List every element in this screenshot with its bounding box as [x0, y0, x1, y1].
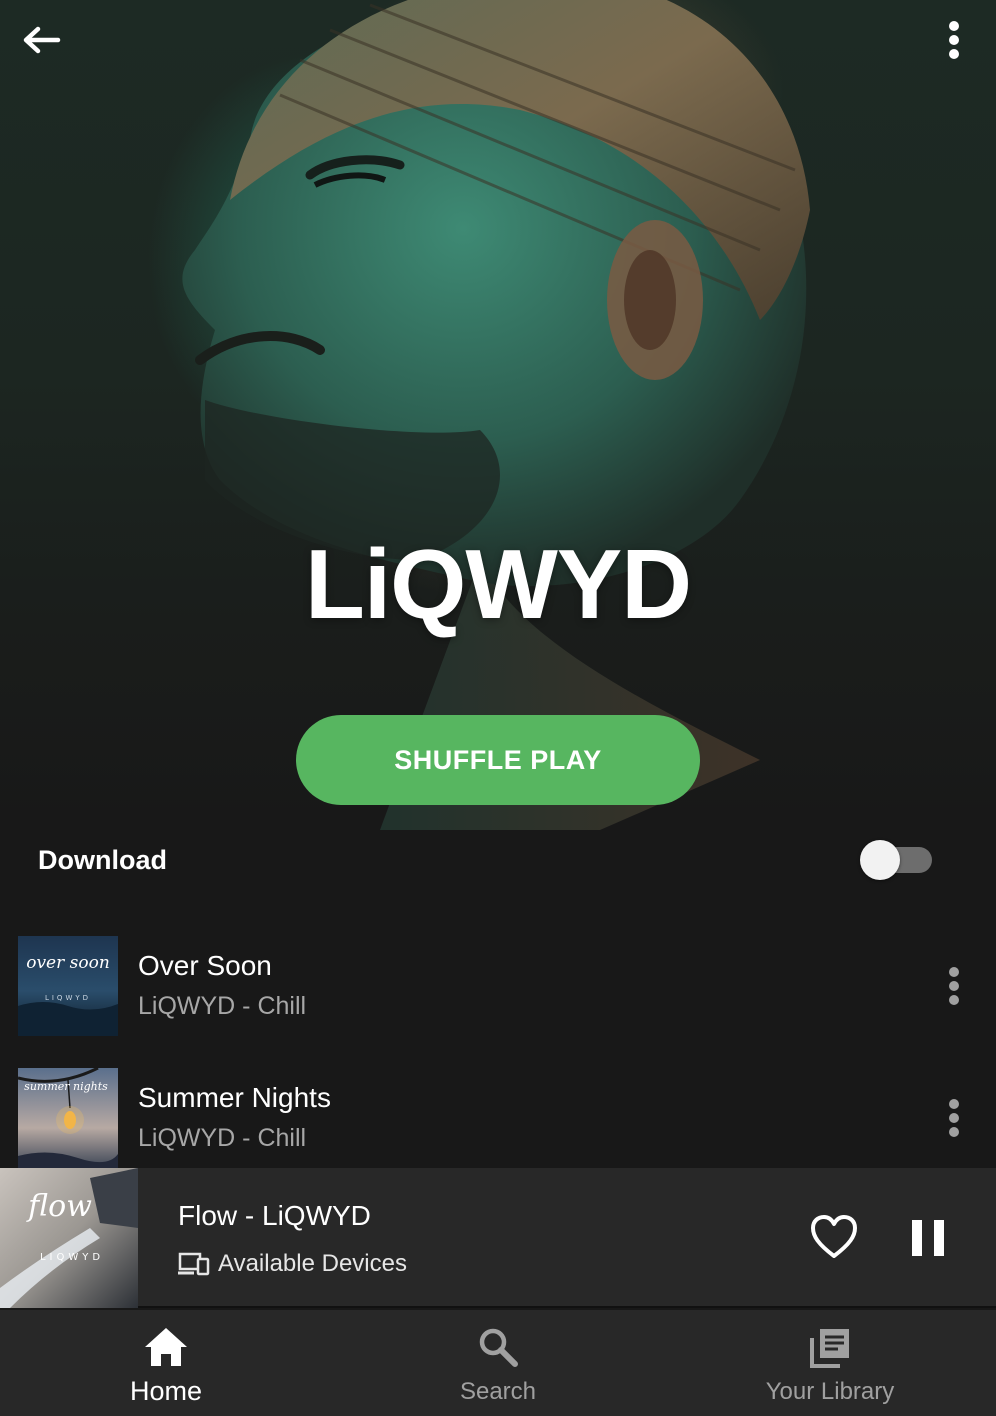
- pause-icon: [912, 1220, 944, 1256]
- track-more-button[interactable]: [936, 1094, 972, 1142]
- now-playing-bar[interactable]: flow LIQWYD Flow - LiQWYD Available Devi…: [0, 1168, 996, 1308]
- track-title: Over Soon: [138, 950, 272, 981]
- artist-photo: [182, 0, 810, 830]
- shuffle-play-button[interactable]: SHUFFLE PLAY: [296, 715, 700, 805]
- track-row[interactable]: over soon LIQWYD Over Soon LiQWYD - Chil…: [0, 936, 996, 1036]
- svg-text:LIQWYD: LIQWYD: [40, 1252, 104, 1263]
- download-toggle[interactable]: [860, 840, 932, 880]
- nav-home-label: Home: [129, 1376, 203, 1406]
- svg-text:flow: flow: [26, 1189, 92, 1224]
- album-art: over soon LIQWYD: [18, 936, 118, 1036]
- available-devices-label: Available Devices: [218, 1250, 407, 1277]
- search-icon: [479, 1328, 518, 1367]
- devices-icon: [178, 1252, 210, 1276]
- svg-text:LIQWYD: LIQWYD: [45, 994, 91, 1002]
- nav-search[interactable]: Search: [332, 1310, 664, 1416]
- track-subtitle: LiQWYD - Chill: [138, 992, 307, 1020]
- bottom-navigation: Home Search Your Library: [0, 1310, 996, 1416]
- track-row[interactable]: summer nights Summer Nights LiQWYD - Chi…: [0, 1068, 996, 1168]
- more-vertical-icon: [949, 967, 959, 1005]
- arrow-left-icon: [23, 26, 61, 54]
- more-vertical-icon: [949, 1099, 959, 1137]
- home-icon: [145, 1328, 187, 1366]
- more-vertical-icon: [949, 21, 959, 59]
- nav-library[interactable]: Your Library: [664, 1310, 996, 1416]
- artist-name: LiQWYD: [305, 529, 692, 639]
- artist-header: LiQWYD: [0, 0, 996, 830]
- track-title: Summer Nights: [138, 1082, 331, 1113]
- heart-icon: [811, 1215, 857, 1258]
- nav-search-label: Search: [459, 1378, 537, 1405]
- nav-library-label: Your Library: [765, 1378, 895, 1405]
- library-icon: [810, 1329, 849, 1368]
- back-button[interactable]: [18, 20, 66, 60]
- available-devices-button[interactable]: Available Devices: [178, 1248, 407, 1280]
- like-button[interactable]: [808, 1212, 860, 1264]
- download-label: Download: [38, 845, 167, 875]
- album-art: summer nights: [18, 1068, 118, 1168]
- track-more-button[interactable]: [936, 962, 972, 1010]
- now-playing-art: flow LIQWYD: [0, 1168, 138, 1308]
- nav-home[interactable]: Home: [0, 1310, 332, 1416]
- more-options-button[interactable]: [936, 18, 972, 62]
- track-subtitle: LiQWYD - Chill: [138, 1124, 307, 1152]
- pause-button[interactable]: [904, 1212, 952, 1264]
- svg-text:summer nights: summer nights: [24, 1080, 108, 1093]
- now-playing-title: Flow - LiQWYD: [178, 1200, 371, 1231]
- svg-text:over soon: over soon: [26, 953, 110, 973]
- toggle-knob: [860, 840, 900, 880]
